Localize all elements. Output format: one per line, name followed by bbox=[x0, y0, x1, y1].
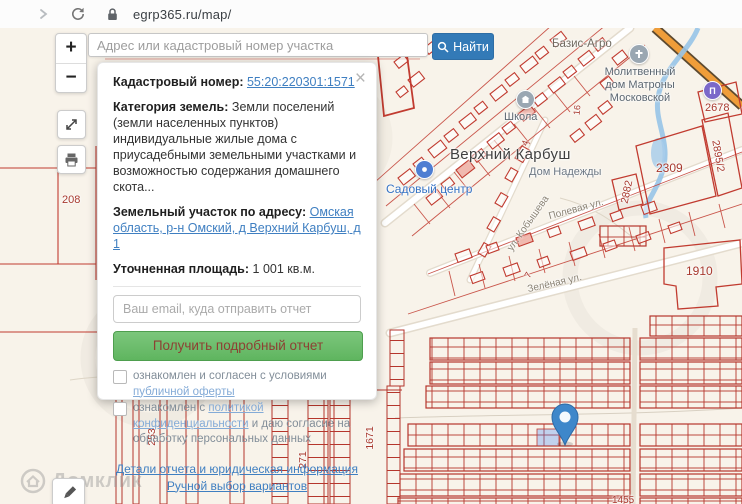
pencil-icon bbox=[60, 484, 78, 502]
search-icon bbox=[437, 41, 449, 53]
parcel-info-popup: × Кадастровый номер: 55:20:220301:1571 К… bbox=[97, 62, 377, 400]
privacy-checkbox-row: ознакомлен с политикой конфиденциальност… bbox=[113, 401, 361, 448]
garden-center-icon[interactable] bbox=[415, 160, 434, 179]
land-category-row: Категория земель: Земли поселений (земли… bbox=[113, 99, 361, 195]
printer-icon bbox=[63, 151, 80, 168]
parcel-number-1455: 1455 bbox=[612, 495, 634, 504]
popup-footer-links: Детали отчета и юридическая информация Р… bbox=[113, 461, 361, 495]
watermark-logo-icon bbox=[20, 468, 46, 494]
parcel-number-1910: 1910 bbox=[686, 264, 713, 278]
print-button[interactable] bbox=[57, 145, 86, 174]
close-icon[interactable]: × bbox=[355, 69, 366, 88]
address-row: Земельный участок по адресу: Омская обла… bbox=[113, 204, 361, 252]
url-text[interactable]: egrp365.ru/map/ bbox=[133, 7, 231, 22]
cadastral-number-link[interactable]: 55:20:220301:1571 bbox=[247, 75, 355, 89]
public-offer-link[interactable]: публичной оферты bbox=[133, 386, 235, 398]
school-icon bbox=[516, 90, 535, 109]
area-row: Уточненная площадь: 1 001 кв.м. bbox=[113, 261, 361, 277]
screen: egrp365.ru/map/ bbox=[0, 0, 742, 504]
search-button[interactable]: Найти bbox=[432, 33, 494, 60]
transport-stop-icon: П bbox=[703, 81, 722, 100]
lock-icon bbox=[106, 7, 119, 22]
poi-basis-agro-label: Базис-Агро bbox=[552, 38, 612, 50]
get-report-button[interactable]: Получить подробный отчет bbox=[113, 331, 363, 361]
zoom-in-button[interactable]: + bbox=[56, 34, 86, 64]
poi-prayer-house-label: Молитвенный дом Матроны Московской bbox=[598, 66, 682, 105]
forward-icon[interactable] bbox=[36, 7, 50, 21]
poi-garden-center-label[interactable]: Садовый центр bbox=[386, 182, 472, 196]
measure-button[interactable] bbox=[52, 478, 85, 504]
privacy-checkbox[interactable] bbox=[113, 402, 127, 416]
map-canvas[interactable]: Верхний Карбуш Базис-Агро Школа Молитвен… bbox=[0, 28, 742, 504]
search-button-label: Найти bbox=[453, 40, 489, 54]
offer-checkbox[interactable] bbox=[113, 370, 127, 384]
fullscreen-button[interactable] bbox=[57, 110, 86, 139]
zoom-out-button[interactable]: − bbox=[56, 64, 86, 93]
popup-divider bbox=[113, 286, 361, 287]
expand-icon bbox=[64, 117, 79, 132]
email-field[interactable] bbox=[113, 295, 361, 323]
manual-selection-link[interactable]: Ручной выбор вариантов bbox=[167, 479, 307, 493]
privacy-checkbox-text: ознакомлен с политикой конфиденциальност… bbox=[133, 401, 361, 448]
place-label: Верхний Карбуш bbox=[450, 146, 571, 163]
report-details-link[interactable]: Детали отчета и юридическая информация bbox=[116, 462, 358, 476]
zoom-controls: + − bbox=[55, 33, 87, 93]
parcel-number-2678: 2678 bbox=[705, 102, 729, 114]
cadastral-number-row: Кадастровый номер: 55:20:220301:1571 bbox=[113, 74, 361, 90]
area-label: Уточненная площадь: bbox=[113, 262, 249, 276]
poi-dom-nadezhdy-label: Дом Надежды bbox=[529, 166, 601, 178]
offer-checkbox-text: ознакомлен и согласен с условиями публич… bbox=[133, 369, 361, 400]
church-icon bbox=[629, 44, 649, 64]
search-input[interactable] bbox=[88, 33, 428, 57]
area-value: 1 001 кв.м. bbox=[253, 262, 315, 276]
parcel-number-2309: 2309 bbox=[656, 161, 683, 175]
parcel-number-1671: 1671 bbox=[364, 426, 376, 449]
land-category-label: Категория земель: bbox=[113, 100, 228, 114]
parcel-number-16: 16 bbox=[572, 105, 583, 116]
browser-chrome: egrp365.ru/map/ bbox=[0, 0, 742, 29]
transport-stop-letter: П bbox=[709, 86, 715, 96]
land-category-detail: индивидуальные жилые дома с приусадебным… bbox=[113, 132, 356, 194]
refresh-icon[interactable] bbox=[70, 6, 86, 22]
location-marker-pin[interactable] bbox=[545, 400, 585, 448]
address-label: Земельный участок по адресу: bbox=[113, 205, 306, 219]
cadastral-number-label: Кадастровый номер: bbox=[113, 75, 244, 89]
parcel-number-208: 208 bbox=[62, 194, 80, 206]
offer-checkbox-row: ознакомлен и согласен с условиями публич… bbox=[113, 369, 361, 400]
poi-school-label: Школа bbox=[504, 111, 537, 123]
